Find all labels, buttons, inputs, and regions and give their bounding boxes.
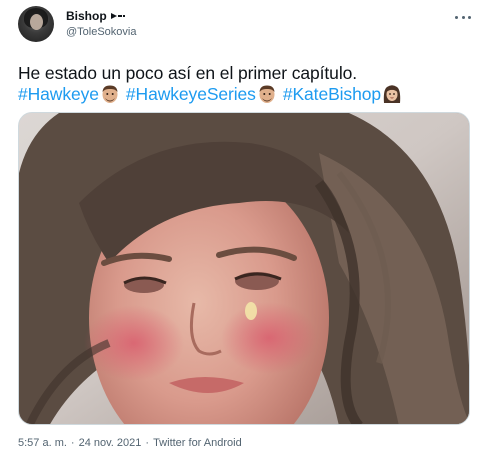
author-avatar[interactable] [18, 6, 54, 42]
hashtag-hawkeyeseries[interactable]: #HawkeyeSeries [126, 83, 256, 105]
hashtag-hawkeye[interactable]: #Hawkeye [18, 83, 99, 105]
tweet-text: He estado un poco así en el primer capít… [18, 63, 357, 83]
hawkeye-emoji-icon [100, 84, 120, 104]
hashtag-row: #Hawkeye #HawkeyeSeries #KateBishop [18, 83, 408, 105]
author-handle[interactable]: @ToleSokovia [66, 26, 136, 38]
arrow-icon [110, 12, 127, 20]
meta-separator: · [70, 437, 75, 449]
hashtag-katebishop[interactable]: #KateBishop [283, 83, 381, 105]
more-button[interactable] [455, 10, 471, 24]
tweet-time[interactable]: 5:57 a. m. [18, 437, 67, 449]
kate-bishop-emoji-icon [382, 84, 402, 104]
author-name[interactable]: Bishop [66, 9, 107, 23]
author-name-row: Bishop [66, 9, 127, 23]
hawkeye-emoji-icon [257, 84, 277, 104]
tweet-date[interactable]: 24 nov. 2021 [79, 437, 142, 449]
tweet-photo[interactable] [18, 112, 470, 425]
tweet-source[interactable]: Twitter for Android [153, 437, 242, 449]
tweet-card: Bishop @ToleSokovia He estado un poco as… [0, 0, 499, 468]
tweet-meta: 5:57 a. m. · 24 nov. 2021 · Twitter for … [18, 437, 242, 449]
avatar-face [30, 14, 43, 30]
more-icon [455, 15, 458, 19]
meta-separator: · [145, 437, 150, 449]
